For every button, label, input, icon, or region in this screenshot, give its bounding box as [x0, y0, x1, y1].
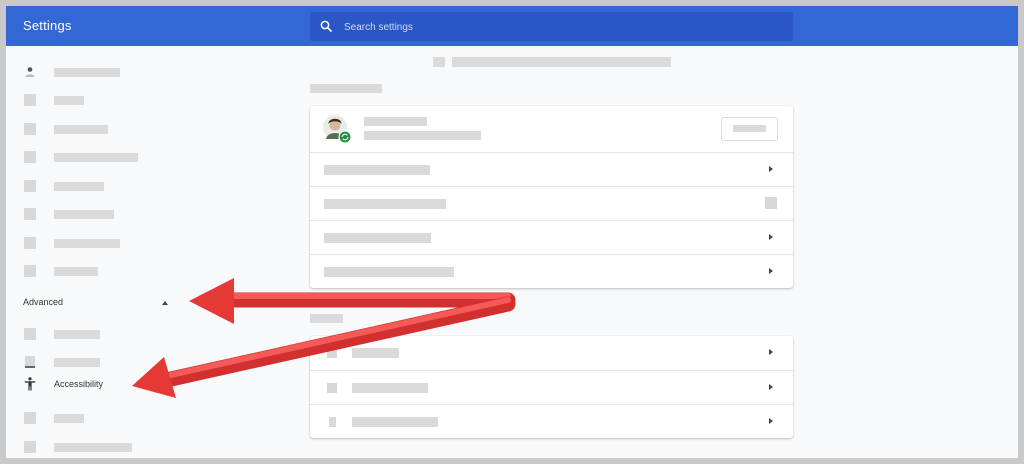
sidebar-item-accessibility[interactable]: Accessibility — [6, 374, 206, 394]
sidebar-item-label: Accessibility — [54, 379, 104, 389]
section-title-autofill — [310, 314, 343, 323]
sidebar-item-privacy[interactable] — [6, 320, 206, 348]
privacy-icon — [24, 328, 36, 340]
section-title-people — [310, 84, 382, 93]
autofill-row-addresses[interactable] — [310, 404, 793, 439]
sidebar-item-appearance[interactable] — [6, 115, 206, 143]
sidebar-item-autofill[interactable] — [6, 86, 206, 114]
row-label — [352, 348, 399, 358]
people-row-profile[interactable] — [310, 220, 793, 255]
accessibility-icon — [24, 377, 36, 391]
people-row-import[interactable] — [310, 254, 793, 289]
sidebar-item-label — [54, 153, 138, 162]
sidebar-item-system[interactable] — [6, 404, 206, 432]
about-icon — [24, 265, 36, 277]
sidebar-item-default-browser[interactable] — [6, 172, 206, 200]
page-heading-icon — [433, 57, 445, 67]
downloads-icon — [25, 356, 35, 368]
sidebar-item-label — [54, 182, 104, 191]
autofill-row-passwords[interactable] — [310, 336, 793, 370]
row-label — [324, 267, 454, 277]
sidebar-item-people[interactable] — [6, 58, 206, 86]
sidebar-item-label — [54, 96, 84, 105]
chevron-right-icon — [769, 418, 773, 424]
sidebar-item-label — [54, 125, 108, 134]
sidebar-item-label — [54, 239, 120, 248]
on-startup-icon — [24, 208, 36, 220]
row-label — [324, 233, 431, 243]
key-icon — [327, 348, 337, 358]
sidebar-item-on-startup[interactable] — [6, 200, 206, 228]
account-row[interactable] — [310, 106, 793, 152]
sidebar-item-label — [54, 414, 84, 423]
row-label — [352, 417, 438, 427]
chevron-right-icon — [769, 349, 773, 355]
search-engine-icon — [24, 151, 36, 163]
page-title: Settings — [23, 18, 72, 33]
account-email — [364, 131, 481, 140]
row-label — [324, 165, 430, 175]
sidebar-item-label — [54, 267, 98, 276]
appearance-icon — [24, 123, 36, 135]
sidebar: Advanced Accessibility — [6, 46, 206, 458]
chevron-right-icon — [769, 166, 773, 172]
button-label — [733, 125, 766, 132]
credit-card-icon — [327, 383, 337, 393]
sidebar-item-label — [54, 443, 132, 452]
account-name — [364, 117, 427, 126]
people-card — [310, 106, 793, 288]
search-box[interactable] — [310, 12, 793, 43]
default-browser-icon — [24, 180, 36, 192]
chevron-up-icon — [162, 301, 168, 305]
row-label — [352, 383, 428, 393]
search-icon — [320, 20, 332, 32]
autofill-icon — [24, 94, 36, 106]
sidebar-item-label — [54, 330, 100, 339]
sidebar-item-downloads[interactable] — [6, 348, 206, 376]
settings-window: Settings Search settings Advanced Access… — [6, 6, 1018, 458]
people-row-manage-account[interactable] — [310, 186, 793, 221]
sidebar-item-label — [54, 358, 100, 367]
sidebar-item-reset[interactable] — [6, 433, 206, 458]
person-icon — [25, 67, 35, 77]
chevron-right-icon — [769, 384, 773, 390]
system-icon — [24, 412, 36, 424]
row-label — [324, 199, 446, 209]
avatar — [323, 115, 352, 144]
sidebar-item-about[interactable] — [6, 257, 206, 285]
people-row-sync[interactable] — [310, 152, 793, 187]
autofill-card — [310, 336, 793, 438]
chevron-right-icon — [769, 268, 773, 274]
reset-icon — [24, 441, 36, 453]
sidebar-item-search-engine[interactable] — [6, 143, 206, 171]
header-bar: Settings — [6, 6, 1018, 46]
page-heading — [452, 57, 671, 67]
sidebar-item-extensions[interactable] — [6, 229, 206, 257]
advanced-label: Advanced — [23, 297, 64, 307]
sidebar-item-label — [54, 68, 120, 77]
sidebar-item-label — [54, 210, 114, 219]
open-external-icon — [765, 197, 777, 209]
sign-out-button[interactable] — [721, 117, 778, 141]
autofill-row-payment-methods[interactable] — [310, 370, 793, 405]
search-input[interactable] — [342, 12, 786, 43]
advanced-section-toggle[interactable]: Advanced — [6, 291, 186, 315]
extensions-icon — [24, 237, 36, 249]
chevron-right-icon — [769, 234, 773, 240]
location-pin-icon — [329, 417, 336, 427]
